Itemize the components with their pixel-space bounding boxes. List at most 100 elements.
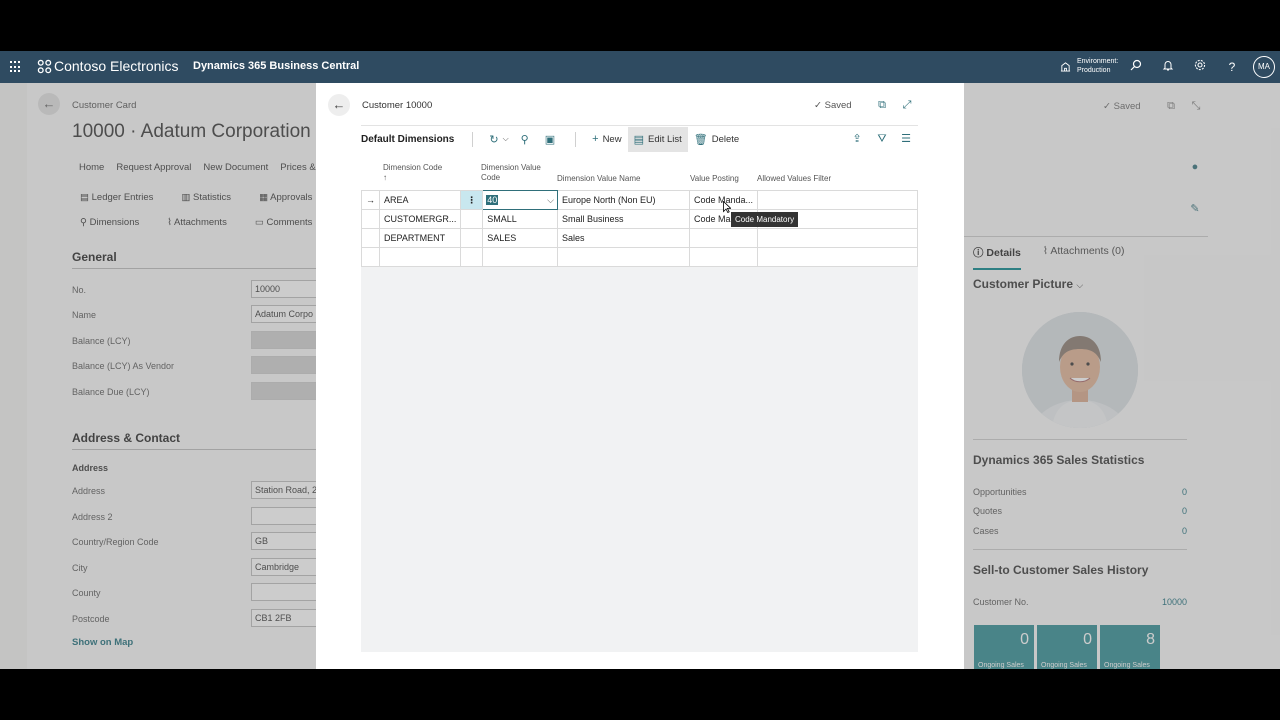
cell-dimension-value-code-editor[interactable]: 40 ⌵ [482,190,558,210]
back-arrow-icon[interactable]: ← [328,94,350,116]
customer-no-value[interactable]: 10000 [1162,597,1187,607]
share-icon[interactable]: ⇪ [850,132,864,146]
field-city[interactable]: Cambridge [251,558,317,576]
table-row[interactable]: CUSTOMERGR... SMALL Small Business Code … [361,209,918,229]
company-brand[interactable]: Contoso Electronics [37,58,179,74]
search-icon[interactable] [1128,59,1144,75]
show-on-map-link[interactable]: Show on Map [72,637,133,648]
general-section-header[interactable]: General [72,250,316,269]
field-name[interactable]: Adatum Corpo [251,305,317,323]
customer-photo [1022,312,1138,428]
col-allowed-values-filter[interactable]: Allowed Values Filter [757,174,831,184]
menu-item-home[interactable]: Home [79,162,104,173]
expand-icon[interactable]: ⤢ [900,98,914,112]
field-county[interactable] [251,583,317,601]
table-row[interactable]: → AREA ⋮ 40 ⌵ Europe North (Non EU) Code … [361,190,918,210]
gear-icon[interactable] [1192,59,1208,75]
customer-picture-header[interactable]: Customer Picture ⌵ [973,277,1083,291]
tab-details[interactable]: ⓘ Details [973,245,1021,270]
customer-no-label: Customer No. [973,597,1029,607]
table-row[interactable]: DEPARTMENT SALES Sales [361,228,918,248]
field-postcode[interactable]: CB1 2FB [251,609,317,627]
open-new-window-icon[interactable]: ⧉ [1164,99,1178,113]
top-navigation-bar: Contoso Electronics Dynamics 365 Busines… [0,51,1280,83]
environment-icon [1060,61,1071,72]
tab-attachments[interactable]: ⌇ Attachments (0) [1043,245,1125,270]
sales-cue-tile[interactable]: 8 Ongoing Sales [1100,625,1160,669]
col-dimension-value-name[interactable]: Dimension Value Name [557,174,640,184]
list-view-icon[interactable]: ☰ [899,132,913,146]
user-avatar[interactable]: MA [1253,56,1275,78]
sales-statistics-header[interactable]: Dynamics 365 Sales Statistics [973,453,1144,467]
edit-list-button[interactable]: ▤ Edit List [627,126,688,152]
row-actions-menu-icon[interactable]: ⋮ [460,190,484,210]
cell-dimension-value-code[interactable] [482,247,558,267]
address-section-header[interactable]: Address & Contact [72,431,316,450]
help-icon[interactable]: ? [1224,59,1240,75]
field-country[interactable]: GB [251,532,317,550]
stat-cases-value[interactable]: 0 [1182,526,1187,536]
sales-history-header[interactable]: Sell-to Customer Sales History [973,563,1148,577]
field-no[interactable]: 10000 [251,280,317,298]
app-launcher-icon[interactable] [10,61,22,73]
dimensions-table: → AREA ⋮ 40 ⌵ Europe North (Non EU) Code … [361,190,918,267]
cell-dimension-value-code[interactable]: SALES [482,228,558,248]
filter-icon[interactable]: ⛛ [875,132,889,146]
dimension-value-code-input[interactable]: 40 [486,195,499,205]
background-saved-indicator: ✓ Saved [1103,101,1141,112]
background-saved-label: Saved [1113,101,1141,112]
sales-cue-tile[interactable]: 0 Ongoing Sales [974,625,1034,669]
analysis-button[interactable]: ▣ [539,127,565,152]
open-new-window-icon[interactable]: ⧉ [875,98,889,112]
page-actions-dropdown[interactable]: ↻ ⌵ [483,127,514,152]
cell-dimension-value-code[interactable]: SMALL [482,209,558,229]
col-dimension-value-code[interactable]: Dimension Value Code [481,163,541,183]
attachments-button[interactable]: ⌇ Attachments [167,217,241,228]
cell-dimension-value-name: Europe North (Non EU) [556,190,690,210]
comments-label: Comments [266,217,313,228]
field-label-postcode: Postcode [72,614,110,624]
collapse-icon[interactable]: ⤡ [1189,99,1203,113]
ledger-entries-button[interactable]: ▤ Ledger Entries [80,192,167,203]
menu-item-new-document[interactable]: New Document [203,162,268,173]
menu-item-request-approval[interactable]: Request Approval [116,162,191,173]
row-actions-cell[interactable] [460,209,484,229]
search-button[interactable]: ⚲ [515,127,539,152]
action-bar-row-1: ▤ Ledger Entries ▥ Statistics ▦ Approval… [80,192,340,203]
new-button[interactable]: + New [586,127,627,152]
stat-quotes-value[interactable]: 0 [1182,506,1187,516]
cell-value-posting[interactable] [688,228,759,248]
field-label-address-2: Address 2 [72,512,113,522]
bell-icon[interactable] [1160,59,1176,75]
field-label-address: Address [72,486,106,496]
cell-allowed-values-filter[interactable] [757,228,918,248]
cell-dimension-code[interactable]: CUSTOMERGR... [378,209,462,229]
cell-dimension-code[interactable]: AREA [378,190,462,210]
pin-icon[interactable]: ✎ [1188,202,1202,216]
default-dimensions-dialog: ← Customer 10000 ✓ Saved ⧉ ⤢ Default Dim… [316,83,964,669]
delete-button[interactable]: 🗑 Delete [688,127,745,152]
company-name: Contoso Electronics [54,58,179,74]
cell-dimension-code[interactable]: DEPARTMENT [378,228,462,248]
statistics-button[interactable]: ▥ Statistics [181,192,245,203]
field-balance-due [251,382,317,400]
table-row-empty[interactable] [361,247,918,267]
sales-cue-tile[interactable]: 0 Ongoing Sales [1037,625,1097,669]
page-actions-icon: ↻ [489,133,499,146]
field-address-2[interactable] [251,507,317,525]
info-icon[interactable]: ● [1188,160,1202,174]
cell-allowed-values-filter[interactable] [757,190,918,210]
cell-value-posting[interactable] [688,247,759,267]
col-value-posting[interactable]: Value Posting [690,174,739,184]
dimensions-button[interactable]: ⚲ Dimensions [80,217,153,228]
stat-opportunities-value[interactable]: 0 [1182,487,1187,497]
field-address[interactable]: Station Road, 2 [251,481,317,499]
row-actions-cell[interactable] [460,228,484,248]
chevron-down-icon[interactable]: ⌵ [547,195,554,206]
col-dimension-code[interactable]: Dimension Code ↑ [383,163,442,183]
menu-item-prices[interactable]: Prices & [280,162,315,173]
back-arrow-icon[interactable]: ← [38,93,60,115]
cell-allowed-values-filter[interactable] [757,247,918,267]
row-actions-cell[interactable] [460,247,484,267]
cell-dimension-code[interactable] [378,247,462,267]
